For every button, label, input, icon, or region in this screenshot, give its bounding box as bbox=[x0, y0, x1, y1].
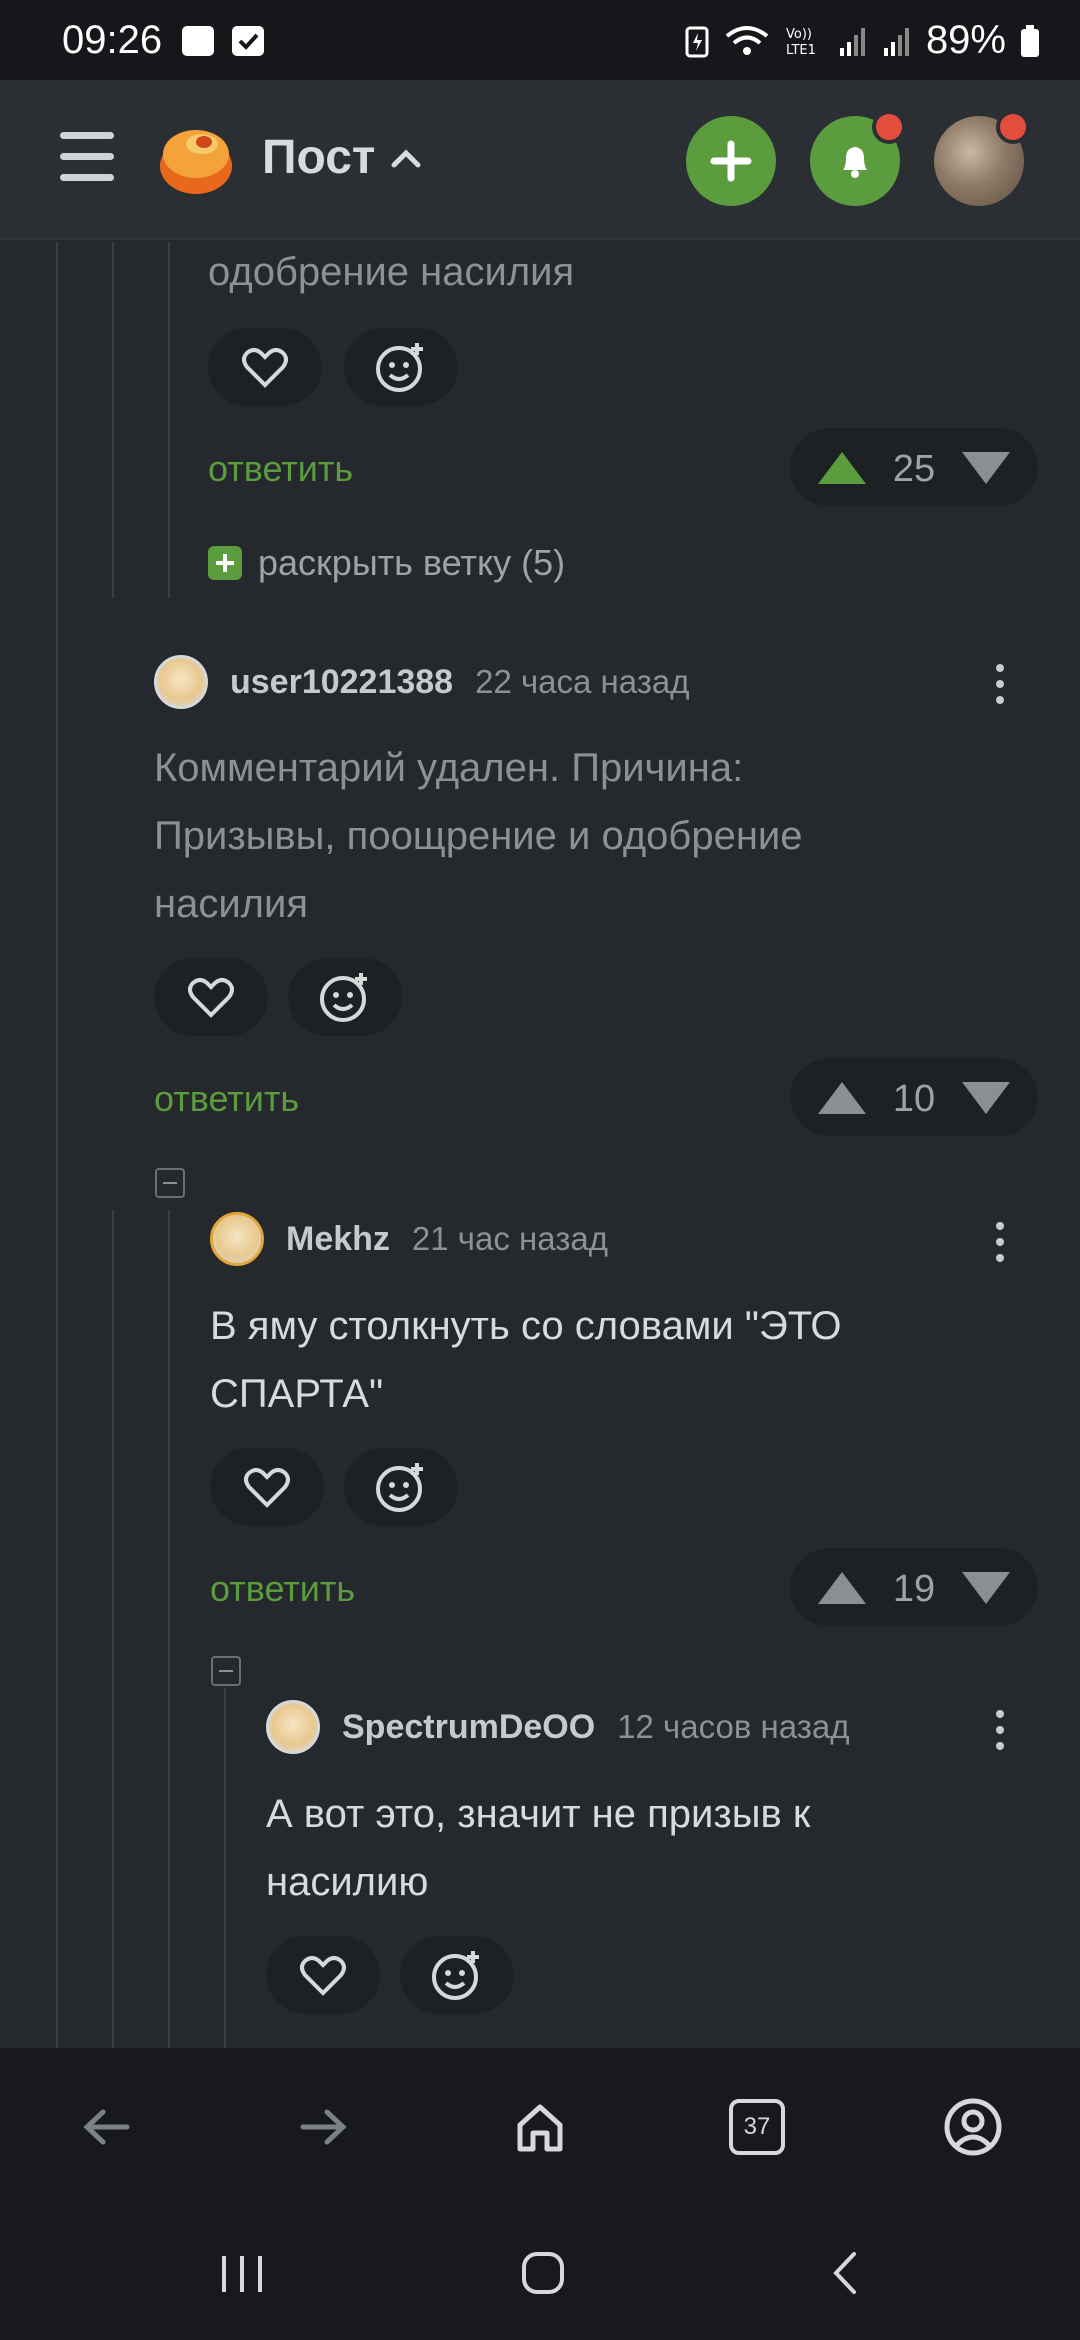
avatar[interactable] bbox=[154, 655, 208, 709]
volte-icon: Vo))LTE1 bbox=[786, 27, 816, 58]
home-circle-icon[interactable] bbox=[518, 2248, 568, 2298]
comment-text: В яму столкнуть со словами "ЭТО СПАРТА" bbox=[210, 1304, 842, 1416]
triangle-down-icon[interactable] bbox=[962, 1082, 1010, 1114]
comment-header: Mekhz 21 час назад bbox=[210, 1212, 608, 1266]
chevron-up-icon bbox=[391, 148, 421, 167]
battery-percent: 89% bbox=[925, 18, 1006, 62]
more-options-icon[interactable] bbox=[996, 1710, 1006, 1758]
notification-badge bbox=[872, 110, 906, 144]
vote-count: 25 bbox=[892, 448, 936, 490]
wifi-icon bbox=[725, 25, 769, 55]
tabs-count: 37 bbox=[729, 2099, 785, 2155]
hamburger-icon[interactable] bbox=[60, 132, 114, 182]
recent-apps-icon[interactable] bbox=[216, 2250, 268, 2298]
vote-widget: 10 bbox=[790, 1058, 1038, 1136]
back-button[interactable] bbox=[72, 2092, 142, 2162]
comment-header: user10221388 22 часа назад bbox=[154, 655, 689, 709]
account-button[interactable] bbox=[938, 2092, 1008, 2162]
checkbox-notification-icon bbox=[232, 26, 264, 56]
collapse-thread-button[interactable] bbox=[155, 1168, 185, 1198]
comment-text: одобрение насилия bbox=[208, 250, 575, 294]
reply-link[interactable]: ответить bbox=[154, 1078, 299, 1120]
vote-count: 19 bbox=[892, 1568, 936, 1610]
comment-header: SpectrumDeOO 12 часов назад bbox=[266, 1700, 849, 1754]
gallery-notification-icon bbox=[182, 26, 214, 56]
avatar[interactable] bbox=[210, 1212, 264, 1266]
svg-text:LTE1: LTE1 bbox=[786, 43, 816, 58]
arrow-right-icon bbox=[300, 2109, 347, 2145]
plus-icon bbox=[710, 140, 752, 182]
expand-thread-link[interactable]: раскрыть ветку (5) bbox=[208, 542, 565, 584]
home-icon bbox=[517, 2104, 563, 2152]
more-options-icon[interactable] bbox=[996, 664, 1006, 712]
battery-saver-icon bbox=[685, 26, 709, 57]
signal-icon bbox=[839, 27, 865, 56]
triangle-down-icon[interactable] bbox=[962, 452, 1010, 484]
profile-badge bbox=[996, 110, 1030, 144]
avatar[interactable] bbox=[266, 1700, 320, 1754]
comment-time: 21 час назад bbox=[411, 1220, 608, 1257]
notifications-button[interactable] bbox=[810, 110, 906, 206]
vote-count: 10 bbox=[892, 1078, 936, 1120]
status-bar: 09:26 Vo)) LTE1 89% bbox=[0, 0, 1080, 80]
like-button[interactable] bbox=[208, 328, 322, 406]
vote-widget: 25 bbox=[790, 428, 1038, 506]
user-circle-icon bbox=[944, 2098, 1002, 2156]
like-button[interactable] bbox=[266, 1936, 380, 2014]
page-title-label: Пост bbox=[262, 131, 376, 184]
like-button[interactable] bbox=[210, 1448, 324, 1526]
add-post-button[interactable] bbox=[686, 116, 776, 206]
collapse-thread-button[interactable] bbox=[211, 1656, 241, 1686]
reply-link[interactable]: ответить bbox=[208, 448, 353, 490]
vote-widget: 19 bbox=[790, 1548, 1038, 1626]
username[interactable]: user10221388 bbox=[230, 663, 453, 702]
comment-text: Комментарий удален. Причина: Призывы, по… bbox=[154, 746, 803, 926]
reply-link[interactable]: ответить bbox=[210, 1568, 355, 1610]
reaction-button[interactable] bbox=[400, 1936, 514, 2014]
plus-box-icon bbox=[208, 546, 242, 580]
triangle-up-icon[interactable] bbox=[818, 1082, 866, 1114]
reaction-button[interactable] bbox=[344, 1448, 458, 1526]
username[interactable]: SpectrumDeOO bbox=[342, 1708, 595, 1747]
status-time: 09:26 bbox=[62, 18, 163, 62]
system-navigation-bar bbox=[0, 2208, 1080, 2340]
profile-avatar[interactable] bbox=[934, 110, 1030, 206]
page-title[interactable]: Пост bbox=[262, 130, 421, 185]
heart-icon bbox=[242, 348, 288, 388]
arrow-left-icon bbox=[83, 2109, 130, 2145]
comment-time: 12 часов назад bbox=[617, 1708, 850, 1745]
emoji-add-icon bbox=[432, 1951, 479, 2000]
emoji-add-icon bbox=[376, 1463, 423, 1512]
battery-icon bbox=[1021, 24, 1039, 57]
comment-text: А вот это, значит не призыв к насилию bbox=[266, 1792, 811, 1904]
heart-icon bbox=[300, 1956, 346, 1996]
svg-text:Vo)): Vo)) bbox=[786, 27, 812, 42]
browser-toolbar: 37 bbox=[0, 2048, 1080, 2208]
home-button[interactable] bbox=[505, 2092, 575, 2162]
pikabu-logo[interactable] bbox=[156, 122, 234, 198]
triangle-up-icon[interactable] bbox=[818, 452, 866, 484]
back-chevron-icon[interactable] bbox=[822, 2248, 872, 2298]
emoji-add-icon bbox=[376, 343, 423, 392]
tabs-button[interactable]: 37 bbox=[722, 2092, 792, 2162]
username[interactable]: Mekhz bbox=[286, 1220, 390, 1259]
comment-time: 22 часа назад bbox=[475, 663, 690, 700]
expand-thread-label: раскрыть ветку (5) bbox=[258, 542, 566, 583]
heart-icon bbox=[188, 978, 234, 1018]
signal-icon-2 bbox=[883, 27, 909, 56]
more-options-icon[interactable] bbox=[996, 1222, 1006, 1270]
triangle-down-icon[interactable] bbox=[962, 1572, 1010, 1604]
like-button[interactable] bbox=[154, 958, 268, 1036]
reaction-button[interactable] bbox=[344, 328, 458, 406]
triangle-up-icon[interactable] bbox=[818, 1572, 866, 1604]
heart-icon bbox=[244, 1468, 290, 1508]
emoji-add-icon bbox=[320, 973, 367, 1022]
forward-button[interactable] bbox=[288, 2092, 358, 2162]
app-bar: Пост bbox=[0, 80, 1080, 240]
reaction-button[interactable] bbox=[288, 958, 402, 1036]
